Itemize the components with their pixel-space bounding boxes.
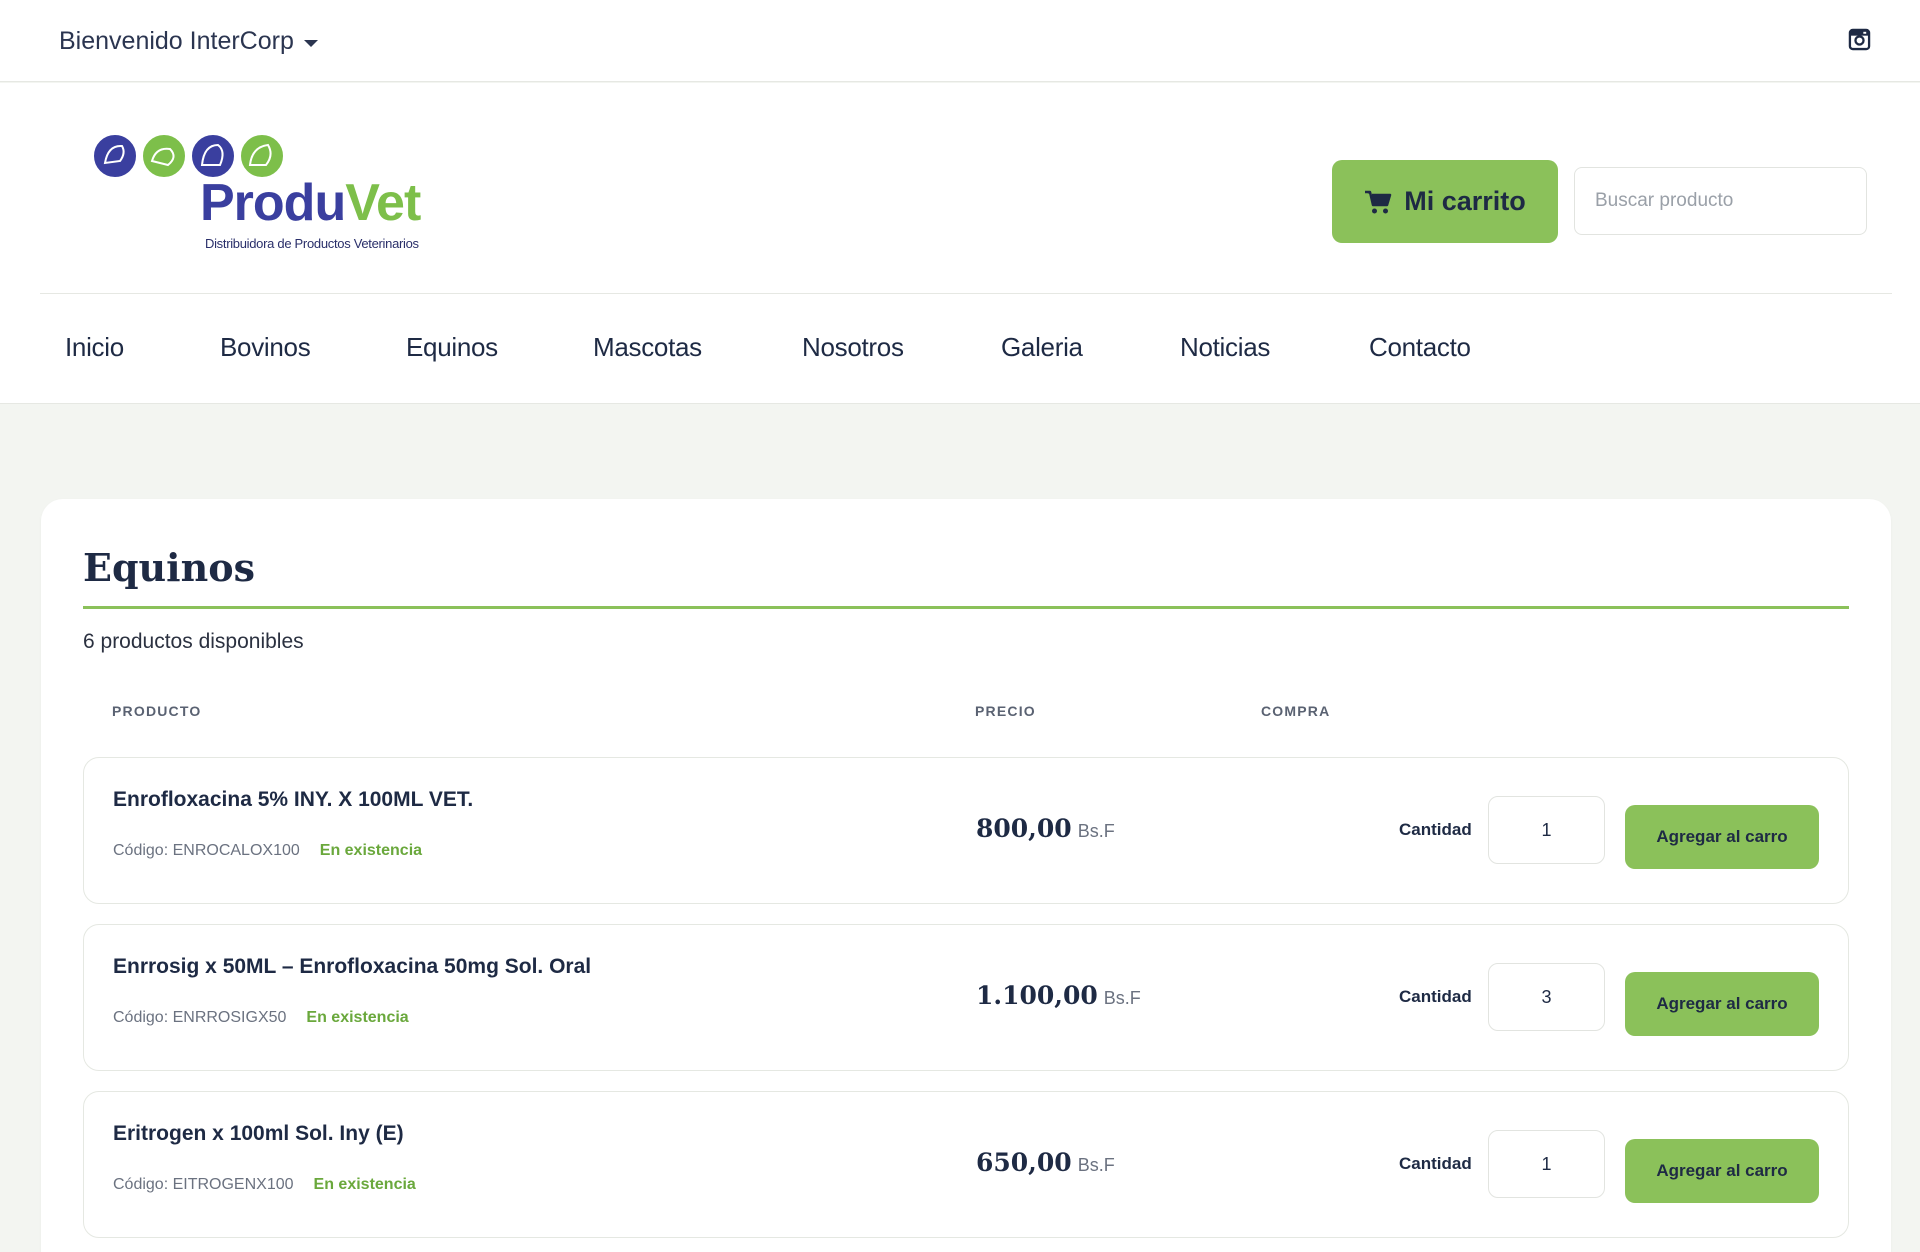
cart-label: Mi carrito	[1404, 186, 1526, 216]
quantity-input[interactable]	[1488, 796, 1605, 864]
product-code: Código: EITROGENX100	[113, 1176, 294, 1193]
main-nav: Inicio Bovinos Equinos Mascotas Nosotros…	[0, 294, 1920, 404]
nav-item-mascotas[interactable]: Mascotas	[593, 332, 702, 363]
product-meta: Código: EITROGENX100 En existencia	[113, 1176, 416, 1194]
top-bar: Bienvenido InterCorp	[0, 0, 1920, 82]
caret-down-icon	[303, 39, 318, 47]
quantity-label: Cantidad	[1399, 820, 1472, 839]
add-to-cart-button[interactable]: Agregar al carro	[1625, 972, 1819, 1036]
product-name[interactable]: Enrofloxacina 5% INY. X 100ML VET.	[113, 788, 473, 812]
product-code: Código: ENRROSIGX50	[113, 1009, 287, 1026]
price-currency: Bs.F	[1103, 988, 1141, 1008]
product-row: Eritrogen x 100ml Sol. Iny (E) Código: E…	[83, 1091, 1849, 1238]
price-currency: Bs.F	[1077, 1155, 1115, 1175]
product-price: 650,00 Bs.F	[976, 1148, 1115, 1177]
nav-item-bovinos[interactable]: Bovinos	[220, 332, 311, 363]
nav-item-inicio[interactable]: Inicio	[65, 332, 124, 363]
page-title: Equinos	[83, 545, 255, 590]
quantity-input[interactable]	[1488, 1130, 1605, 1198]
column-header-purchase: COMPRA	[1261, 703, 1331, 719]
instagram-icon[interactable]	[1848, 28, 1871, 51]
product-meta: Código: ENROCALOX100 En existencia	[113, 842, 422, 860]
nav-item-galeria[interactable]: Galeria	[1001, 332, 1083, 363]
product-code: Código: ENROCALOX100	[113, 842, 300, 859]
quantity-label: Cantidad	[1399, 987, 1472, 1006]
price-currency: Bs.F	[1077, 821, 1115, 841]
logo-wordmark: ProduVet	[200, 174, 421, 232]
stock-badge: En existencia	[319, 842, 423, 859]
nav-item-nosotros[interactable]: Nosotros	[802, 332, 904, 363]
nav-item-equinos[interactable]: Equinos	[406, 332, 498, 363]
logo-tagline: Distribuidora de Productos Veterinarios	[205, 236, 419, 251]
nav-item-noticias[interactable]: Noticias	[1180, 332, 1270, 363]
site-header: ProduVet Distribuidora de Productos Vete…	[0, 83, 1920, 404]
quantity-input[interactable]	[1488, 963, 1605, 1031]
column-header-product: PRODUCTO	[112, 703, 202, 719]
price-value: 1.100,00	[976, 981, 1098, 1010]
product-name[interactable]: Eritrogen x 100ml Sol. Iny (E)	[113, 1122, 404, 1146]
welcome-label: Bienvenido InterCorp	[59, 26, 294, 55]
product-meta: Código: ENRROSIGX50 En existencia	[113, 1009, 409, 1027]
stock-badge: En existencia	[313, 1176, 416, 1193]
price-value: 800,00	[976, 814, 1072, 843]
price-value: 650,00	[976, 1148, 1072, 1177]
stock-badge: En existencia	[306, 1009, 409, 1026]
product-count: 6 productos disponibles	[83, 630, 304, 653]
quantity-label: Cantidad	[1399, 1154, 1472, 1173]
product-price: 1.100,00 Bs.F	[976, 981, 1141, 1010]
product-list-card: Equinos 6 productos disponibles PRODUCTO…	[41, 499, 1891, 1252]
add-to-cart-button[interactable]: Agregar al carro	[1625, 805, 1819, 869]
cart-button[interactable]: Mi carrito	[1332, 160, 1558, 243]
cart-icon	[1365, 190, 1392, 213]
search-input[interactable]	[1574, 167, 1867, 235]
product-row: Enrrosig x 50ML – Enrofloxacina 50mg Sol…	[83, 924, 1849, 1071]
nav-item-contacto[interactable]: Contacto	[1369, 332, 1471, 363]
product-row: Enrofloxacina 5% INY. X 100ML VET. Códig…	[83, 757, 1849, 904]
column-header-price: PRECIO	[975, 703, 1036, 719]
produvet-logo[interactable]: ProduVet Distribuidora de Productos Vete…	[90, 131, 430, 251]
product-name[interactable]: Enrrosig x 50ML – Enrofloxacina 50mg Sol…	[113, 955, 591, 979]
add-to-cart-button[interactable]: Agregar al carro	[1625, 1139, 1819, 1203]
product-price: 800,00 Bs.F	[976, 814, 1115, 843]
welcome-dropdown[interactable]: Bienvenido InterCorp	[59, 25, 318, 57]
title-divider	[83, 606, 1849, 609]
